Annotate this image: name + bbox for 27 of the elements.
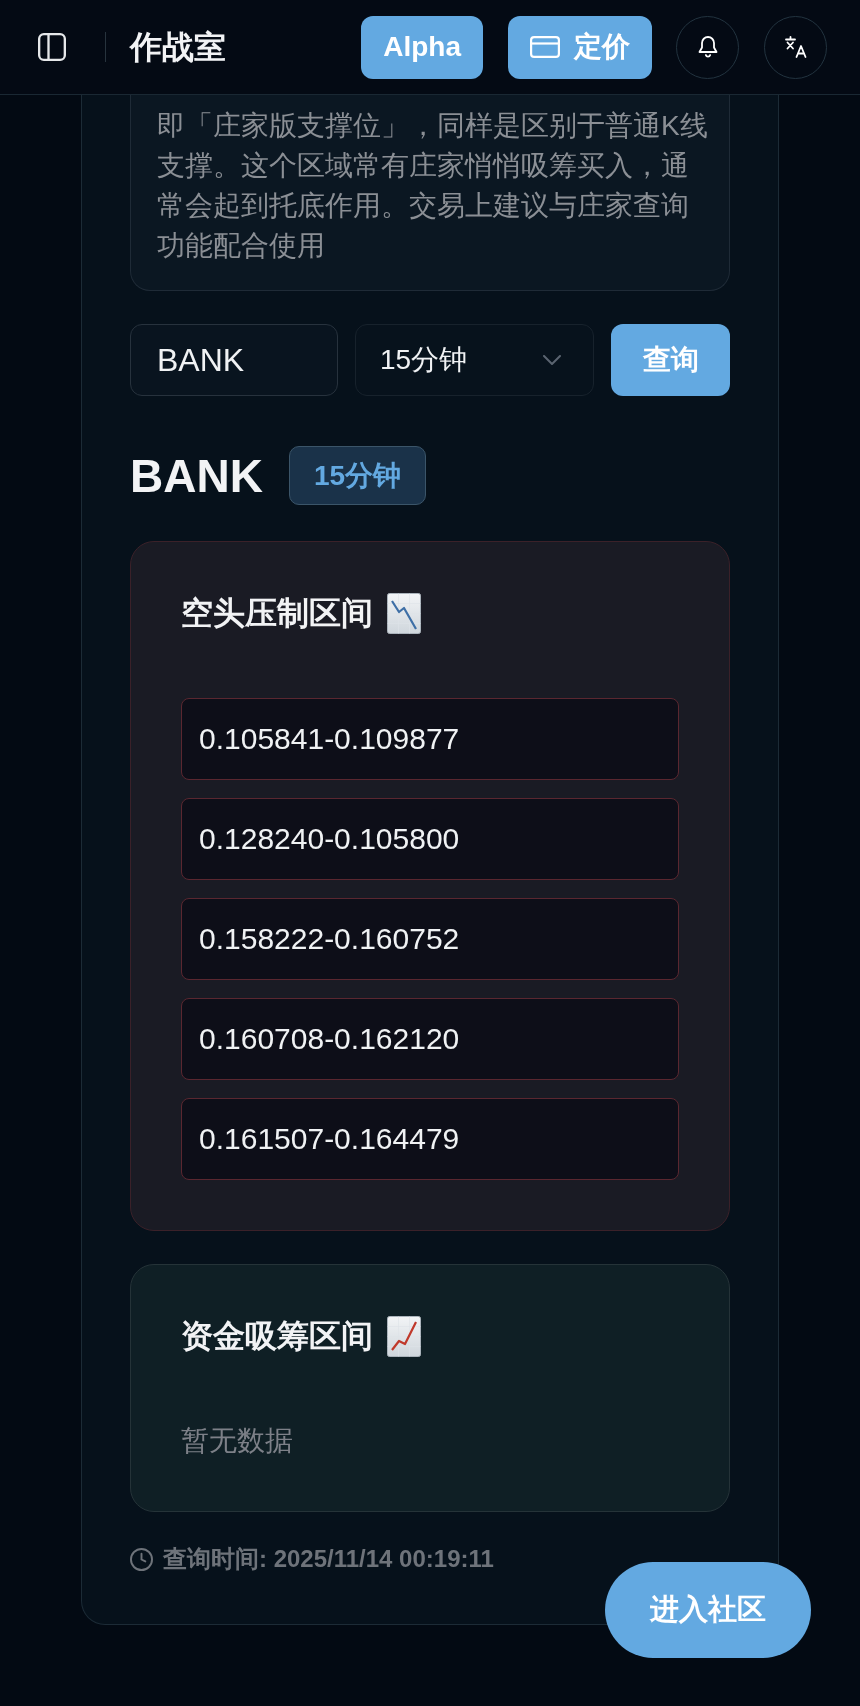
empty-state-text: 暂无数据	[181, 1424, 294, 1458]
price-range-row: 0.105841-0.109877	[181, 698, 679, 780]
clock-icon	[130, 1547, 153, 1571]
description-text: 即「庄家版支撑位」，同样是区别于普通K线支撑。这个区域常有庄家悄悄吸筹买入，通常会起到托底作用。交易上建议与庄家查询功能配合使用	[157, 109, 709, 263]
bell-icon	[697, 36, 718, 58]
chart-decreasing-icon	[387, 592, 421, 634]
section-title: 资金吸筹区间	[181, 1317, 373, 1356]
interval-select[interactable]: 15分钟	[355, 324, 594, 396]
price-range-row: 0.160708-0.162120	[181, 998, 679, 1080]
section-title: 空头压制区间	[181, 594, 373, 633]
chart-increasing-icon	[387, 1315, 421, 1357]
sidebar-toggle-icon[interactable]	[38, 33, 66, 61]
price-range-row: 0.158222-0.160752	[181, 898, 679, 980]
symbol-heading: BANK	[130, 448, 263, 504]
query-time-text: 查询时间: 2025/11/14 00:19:11	[163, 1547, 494, 1571]
symbol-input[interactable]: BANK	[130, 324, 338, 396]
pricing-button[interactable]: 定价	[508, 15, 652, 79]
price-range-row: 0.161507-0.164479	[181, 1098, 679, 1180]
price-range-row: 0.128240-0.105800	[181, 798, 679, 880]
interval-badge: 15分钟	[288, 446, 427, 505]
chevron-down-icon	[543, 355, 561, 365]
translate-icon	[784, 36, 807, 58]
page-title: 作战室	[130, 28, 227, 67]
credit-card-icon	[530, 36, 560, 58]
community-button[interactable]: 进入社区	[605, 1562, 811, 1658]
query-button[interactable]: 查询	[611, 324, 730, 396]
header-button[interactable]: Alpha	[361, 15, 483, 79]
